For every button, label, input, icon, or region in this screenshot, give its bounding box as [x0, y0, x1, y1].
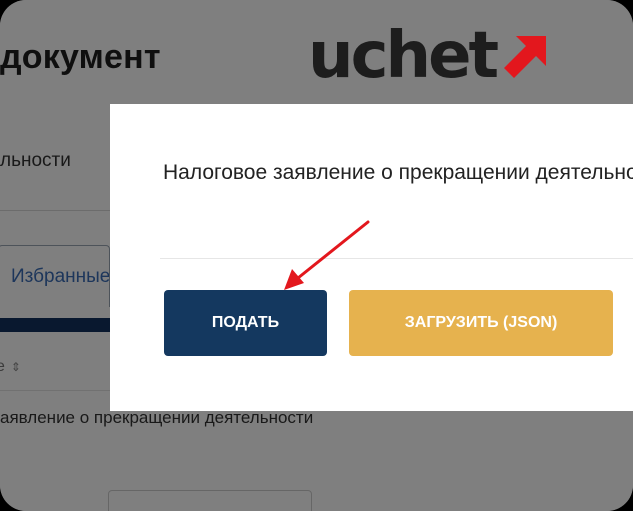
screenshot-frame: документ льности Избранные е⇕ аявление о… — [0, 0, 633, 511]
logo-wordmark: uchet — [308, 19, 499, 93]
submit-button[interactable]: ПОДАТЬ — [164, 290, 327, 356]
arrow-up-right-icon — [504, 36, 547, 78]
submit-dialog: Налоговое заявление о прекращении деятел… — [110, 104, 633, 411]
uchet-logo: uchet — [308, 20, 550, 92]
upload-json-button[interactable]: ЗАГРУЗИТЬ (JSON) — [349, 290, 613, 356]
dialog-title: Налоговое заявление о прекращении деятел… — [163, 161, 633, 184]
dialog-divider — [160, 258, 633, 259]
